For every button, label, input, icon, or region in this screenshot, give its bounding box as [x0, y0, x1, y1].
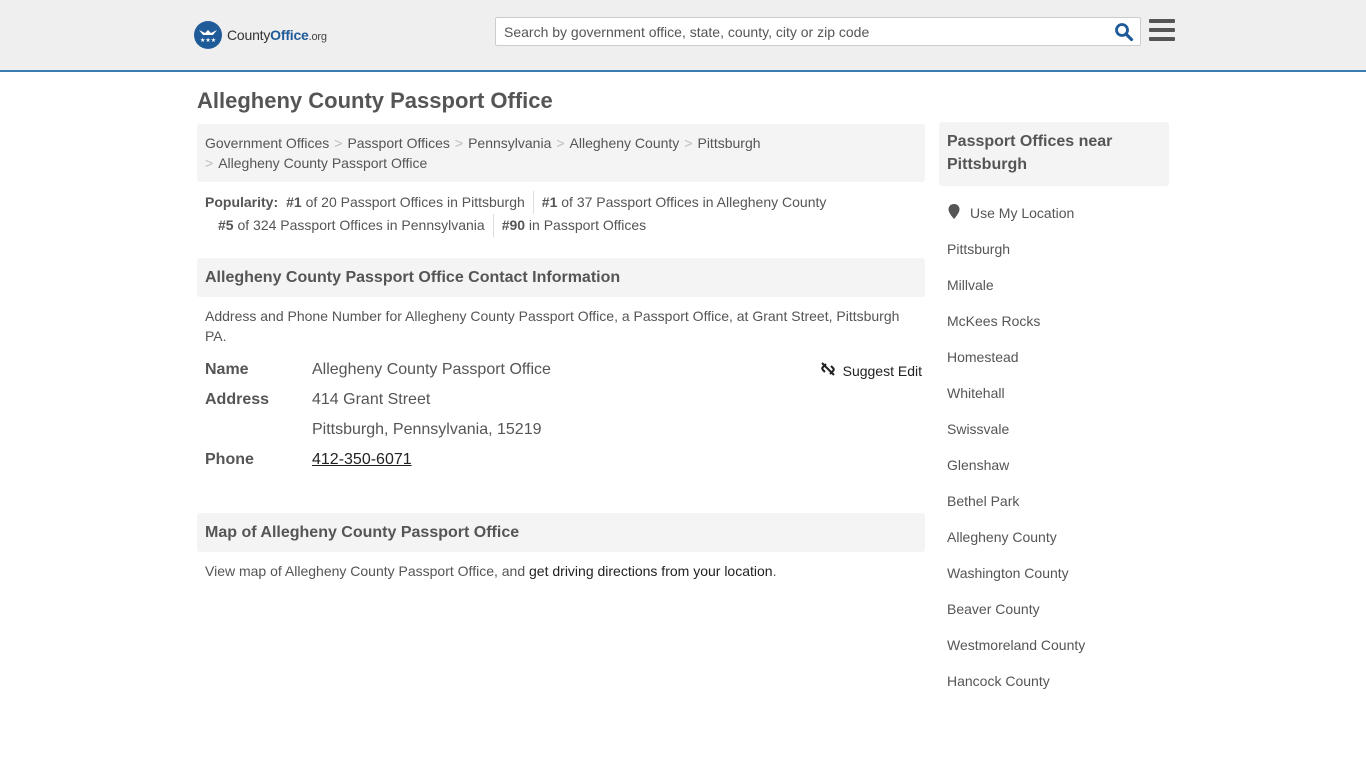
popularity-label: Popularity:	[205, 194, 279, 210]
sidebar-heading: Passport Offices near Pittsburgh	[939, 122, 1169, 186]
popularity-rankings: Popularity: #1 of 20 Passport Offices in …	[197, 182, 925, 237]
unlink-icon	[820, 361, 836, 380]
page-title: Allegheny County Passport Office	[197, 88, 553, 113]
sidebar-link-whitehall[interactable]: Whitehall	[947, 385, 1005, 401]
sidebar-link-millvale[interactable]: Millvale	[947, 277, 994, 293]
sidebar-link-washington-county[interactable]: Washington County	[947, 565, 1069, 581]
address-line2: Pittsburgh, Pennsylvania, 15219	[312, 421, 542, 438]
hamburger-menu-icon[interactable]	[1149, 19, 1175, 41]
use-my-location-item: Use My Location	[947, 203, 1161, 239]
breadcrumb-separator: >	[205, 155, 214, 171]
address-row: Address 414 Grant Street	[205, 388, 917, 418]
popularity-item: #90 in Passport Offices	[492, 214, 655, 237]
breadcrumb-current: Allegheny County Passport Office	[218, 155, 428, 171]
sidebar-link-westmoreland-county[interactable]: Westmoreland County	[947, 637, 1085, 653]
svg-text:★★★: ★★★	[200, 37, 216, 44]
search-box	[495, 17, 1141, 46]
site-logo[interactable]: ★★★ CountyOffice.org	[194, 21, 327, 49]
sidebar-item: McKees Rocks	[947, 311, 1161, 347]
search-input[interactable]	[496, 18, 1106, 45]
popularity-item: #5 of 324 Passport Offices in Pennsylvan…	[218, 217, 485, 233]
sidebar-item: Homestead	[947, 347, 1161, 383]
sidebar-item: Hancock County	[947, 671, 1161, 707]
sidebar: Passport Offices near Pittsburgh Use My …	[939, 122, 1169, 707]
breadcrumb-government-offices[interactable]: Government Offices	[205, 135, 329, 151]
phone-label: Phone	[205, 451, 254, 468]
site-header: ★★★ CountyOffice.org	[0, 0, 1366, 72]
sidebar-link-hancock-county[interactable]: Hancock County	[947, 673, 1050, 689]
sidebar-link-beaver-county[interactable]: Beaver County	[947, 601, 1040, 617]
breadcrumb-allegheny-county[interactable]: Allegheny County	[570, 135, 680, 151]
name-label: Name	[205, 361, 249, 378]
popularity-item: #1 of 20 Passport Offices in Pittsburgh	[286, 194, 525, 210]
sidebar-link-pittsburgh[interactable]: Pittsburgh	[947, 241, 1010, 257]
sidebar-link-bethel-park[interactable]: Bethel Park	[947, 493, 1019, 509]
address-label: Address	[205, 391, 270, 408]
use-my-location-link[interactable]: Use My Location	[970, 203, 1074, 223]
contact-description: Address and Phone Number for Allegheny C…	[205, 308, 900, 344]
breadcrumb-passport-offices[interactable]: Passport Offices	[347, 135, 449, 151]
sidebar-item: Bethel Park	[947, 491, 1161, 527]
sidebar-item: Glenshaw	[947, 455, 1161, 491]
sidebar-link-homestead[interactable]: Homestead	[947, 349, 1019, 365]
sidebar-item: Swissvale	[947, 419, 1161, 455]
map-heading: Map of Allegheny County Passport Office	[197, 513, 925, 552]
sidebar-item: Washington County	[947, 563, 1161, 599]
eagle-logo-icon: ★★★	[194, 21, 222, 49]
sidebar-item: Whitehall	[947, 383, 1161, 419]
address-line1: 414 Grant Street	[312, 391, 431, 408]
contact-info-heading: Allegheny County Passport Office Contact…	[197, 258, 925, 297]
phone-row: Phone 412-350-6071	[205, 448, 917, 478]
phone-link[interactable]: 412-350-6071	[312, 448, 412, 478]
logo-text: CountyOffice.org	[227, 27, 327, 43]
breadcrumb: Government Offices > Passport Offices > Penn…	[197, 124, 925, 182]
map-description: View map of Allegheny County Passport Of…	[205, 563, 777, 579]
breadcrumb-separator: >	[556, 135, 565, 151]
name-row: Name Allegheny County Passport Office	[205, 358, 917, 388]
breadcrumb-pennsylvania[interactable]: Pennsylvania	[468, 135, 551, 151]
breadcrumb-separator: >	[454, 135, 464, 151]
sidebar-link-swissvale[interactable]: Swissvale	[947, 421, 1009, 437]
sidebar-link-mckees-rocks[interactable]: McKees Rocks	[947, 313, 1040, 329]
breadcrumb-pittsburgh[interactable]: Pittsburgh	[697, 135, 760, 151]
driving-directions-link[interactable]: get driving directions from your locatio…	[529, 563, 773, 579]
sidebar-item: Millvale	[947, 275, 1161, 311]
sidebar-link-allegheny-county[interactable]: Allegheny County	[947, 529, 1057, 545]
suggest-edit-link[interactable]: Suggest Edit	[843, 363, 922, 379]
sidebar-item: Beaver County	[947, 599, 1161, 635]
suggest-edit-button[interactable]: Suggest Edit	[820, 361, 922, 380]
breadcrumb-separator: >	[334, 135, 343, 151]
popularity-item: #1 of 37 Passport Offices in Allegheny C…	[532, 191, 835, 214]
sidebar-item: Pittsburgh	[947, 239, 1161, 275]
sidebar-link-glenshaw[interactable]: Glenshaw	[947, 457, 1009, 473]
sidebar-item: Westmoreland County	[947, 635, 1161, 671]
name-value: Allegheny County Passport Office	[312, 361, 551, 378]
contact-details: Suggest Edit Name Allegheny County Passp…	[197, 346, 925, 478]
main-content: Government Offices > Passport Offices > Penn…	[197, 124, 925, 581]
nearby-offices-list: Use My Location Pittsburgh Millvale McKe…	[939, 186, 1169, 707]
sidebar-item: Allegheny County	[947, 527, 1161, 563]
search-icon[interactable]	[1114, 22, 1134, 42]
address-row-2: Pittsburgh, Pennsylvania, 15219	[205, 418, 917, 448]
breadcrumb-separator: >	[684, 135, 693, 151]
map-marker-icon	[947, 203, 961, 226]
